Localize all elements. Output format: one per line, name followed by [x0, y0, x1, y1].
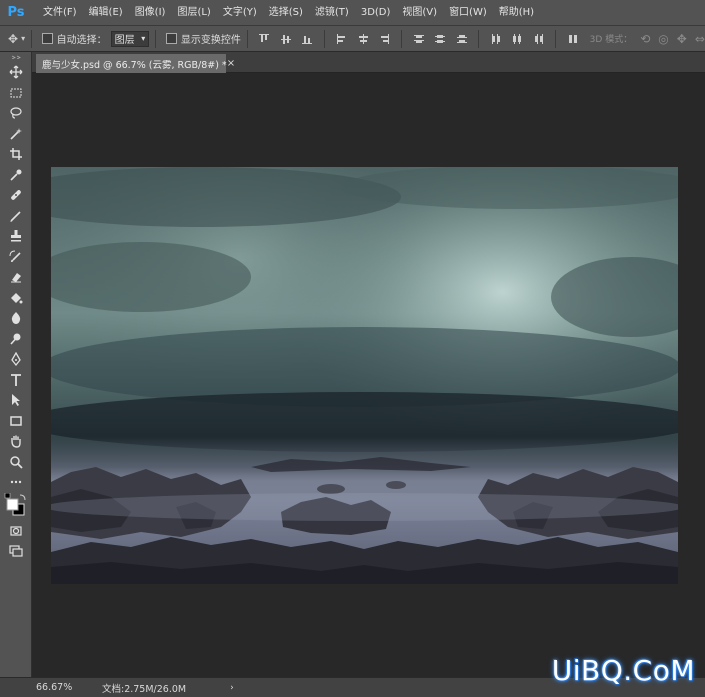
3d-orbit-icon[interactable]: ⟲	[640, 32, 650, 46]
align-hcenter-icon[interactable]	[356, 32, 369, 46]
zoom-level-field[interactable]: 66.67%	[36, 682, 96, 693]
default-colors-icon	[4, 492, 11, 498]
align-vcenter-icon[interactable]	[279, 32, 292, 46]
history-brush-icon[interactable]	[0, 247, 32, 268]
rectangle-icon[interactable]	[0, 411, 32, 432]
paint-bucket-icon[interactable]	[0, 288, 32, 309]
blur-icon[interactable]	[0, 308, 32, 329]
divider	[401, 29, 403, 48]
zoom-icon[interactable]	[0, 452, 32, 473]
show-transform-checkbox[interactable]	[166, 33, 177, 44]
auto-select-checkbox[interactable]	[42, 33, 53, 44]
show-transform-label: 显示变换控件	[180, 35, 241, 46]
path-select-icon[interactable]	[0, 390, 32, 411]
close-icon[interactable]: ×	[227, 58, 235, 69]
menu-filter[interactable]: 滤镜(T)	[309, 0, 355, 26]
divider	[246, 29, 248, 48]
move-icon[interactable]	[0, 62, 32, 83]
brush-icon[interactable]	[0, 206, 32, 227]
tools-panel	[0, 52, 32, 677]
options-bar: ✥ ▾ 自动选择： 图层 ▾ 显示变换控件 3D 模式： ⟲ ◎ ✥ ⇔	[0, 26, 705, 52]
document-size-info: 文档:2.75M/26.0M	[102, 683, 187, 695]
magic-wand-icon[interactable]	[0, 124, 32, 145]
panel-grip[interactable]	[0, 52, 31, 62]
menu-type[interactable]: 文字(Y)	[217, 0, 263, 26]
menu-3d[interactable]: 3D(D)	[355, 0, 397, 26]
site-watermark: UiBQ.CoM	[551, 654, 695, 687]
divider	[31, 29, 33, 48]
distribute-vcenter-icon[interactable]	[433, 32, 446, 46]
screen-mode-icon[interactable]	[0, 541, 32, 562]
distribute-hcenter-icon[interactable]	[511, 32, 524, 46]
move-tool-preset-icon[interactable]: ✥	[8, 32, 18, 46]
align-bottom-icon[interactable]	[301, 32, 314, 46]
dodge-icon[interactable]	[0, 329, 32, 350]
3d-mode-label: 3D 模式：	[589, 35, 633, 45]
document-canvas[interactable]	[51, 167, 678, 584]
document-tab[interactable]: 鹿与少女.psd @ 66.7% (云雾, RGB/8#) * ×	[36, 54, 235, 73]
foreground-color-swatch	[6, 498, 19, 510]
divider	[478, 29, 480, 48]
status-menu-arrow-icon[interactable]: ›	[230, 683, 234, 693]
hand-icon[interactable]	[0, 431, 32, 452]
menu-view[interactable]: 视图(V)	[396, 0, 443, 26]
document-tab-label: 鹿与少女.psd @ 66.7% (云雾, RGB/8#) *	[42, 59, 227, 71]
align-top-icon[interactable]	[258, 32, 271, 46]
3d-roll-icon[interactable]: ◎	[658, 32, 668, 46]
auto-select-label: 自动选择：	[56, 35, 107, 46]
crop-icon[interactable]	[0, 144, 32, 165]
menu-window[interactable]: 窗口(W)	[443, 0, 493, 26]
healing-brush-icon[interactable]	[0, 185, 32, 206]
swap-colors-icon	[19, 494, 26, 500]
type-icon[interactable]	[0, 370, 32, 391]
align-left-icon[interactable]	[335, 32, 348, 46]
quick-mask-icon[interactable]	[0, 521, 32, 542]
more-tools-icon[interactable]	[0, 472, 32, 493]
canvas-area[interactable]	[32, 73, 705, 677]
menu-bar: Ps 文件(F) 编辑(E) 图像(I) 图层(L) 文字(Y) 选择(S) 滤…	[0, 0, 705, 26]
eyedropper-icon[interactable]	[0, 165, 32, 186]
auto-select-dropdown[interactable]: 图层 ▾	[110, 30, 150, 47]
menu-image[interactable]: 图像(I)	[129, 0, 172, 26]
menu-edit[interactable]: 编辑(E)	[83, 0, 129, 26]
distribute-right-icon[interactable]	[532, 32, 545, 46]
divider	[555, 29, 557, 48]
menu-select[interactable]: 选择(S)	[263, 0, 309, 26]
distribute-left-icon[interactable]	[489, 32, 502, 46]
divider	[323, 29, 325, 48]
distribute-bottom-icon[interactable]	[455, 32, 468, 46]
photoshop-logo: Ps	[7, 4, 25, 20]
eraser-icon[interactable]	[0, 267, 32, 288]
auto-align-icon[interactable]	[566, 32, 579, 46]
menu-file[interactable]: 文件(F)	[37, 0, 83, 26]
auto-select-value: 图层	[114, 35, 135, 46]
color-swatches	[0, 492, 31, 517]
distribute-top-icon[interactable]	[412, 32, 425, 46]
3d-pan-icon[interactable]: ✥	[677, 32, 687, 46]
align-right-icon[interactable]	[378, 32, 391, 46]
pen-icon[interactable]	[0, 349, 32, 370]
clone-stamp-icon[interactable]	[0, 226, 32, 247]
chevron-down-icon: ▾	[141, 34, 146, 43]
cloudy-sky-rocks-image	[51, 167, 678, 584]
divider	[155, 29, 157, 48]
menu-help[interactable]: 帮助(H)	[493, 0, 540, 26]
menu-layer[interactable]: 图层(L)	[171, 0, 216, 26]
3d-slide-icon[interactable]: ⇔	[695, 32, 705, 46]
marquee-icon[interactable]	[0, 83, 32, 104]
lasso-icon[interactable]	[0, 103, 32, 124]
document-tab-bar: 鹿与少女.psd @ 66.7% (云雾, RGB/8#) * ×	[32, 52, 705, 73]
chevron-down-icon[interactable]: ▾	[21, 34, 25, 43]
